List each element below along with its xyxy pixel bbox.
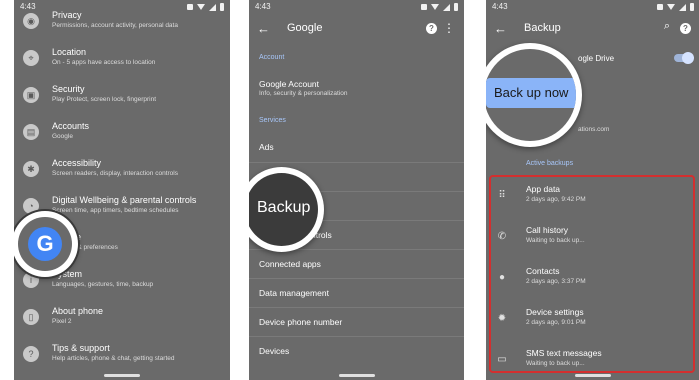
settings-item-title: Digital Wellbeing & parental controls <box>52 195 197 205</box>
settings-item-privacy[interactable]: ◉ Privacy Permissions, account activity,… <box>14 8 230 45</box>
settings-item-subtitle: Languages, gestures, time, backup <box>52 281 154 288</box>
row-title: Devices <box>259 346 290 356</box>
active-backups-highlight <box>489 175 695 373</box>
status-bar: 4:43 <box>486 0 699 14</box>
settings-item-location[interactable]: ⌖ Location On - 5 apps have access to lo… <box>14 45 230 82</box>
google-screen: 4:43 ← Google ? ⋮ Account Google Account… <box>249 0 464 380</box>
google-drive-backup-toggle[interactable] <box>674 52 694 64</box>
section-header-active-backups: Active backups <box>526 160 574 167</box>
nav-handle[interactable] <box>575 374 611 377</box>
row-ads[interactable]: Ads <box>249 133 464 162</box>
row-devices[interactable]: Devices <box>249 336 464 366</box>
status-bar: 4:43 <box>249 0 464 14</box>
settings-item-accessibility[interactable]: ✱ Accessibility Screen readers, display,… <box>14 156 230 193</box>
signal-icon <box>443 3 450 11</box>
google-icon: G <box>28 227 62 261</box>
notification-icon <box>421 4 427 10</box>
row-title: Data management <box>259 288 329 298</box>
status-time: 4:43 <box>255 2 271 11</box>
app-bar: ← Google ? ⋮ <box>249 14 464 44</box>
backup-label: Backup <box>257 199 311 216</box>
row-title: Ads <box>259 142 274 152</box>
battery-icon <box>454 3 458 11</box>
google-account-row[interactable]: Google Account Info, security & personal… <box>249 70 464 108</box>
accounts-icon: ▤ <box>23 124 39 140</box>
row-connected-apps[interactable]: Connected apps <box>249 249 464 279</box>
back-arrow-icon[interactable]: ← <box>257 21 270 36</box>
signal-icon <box>679 3 686 11</box>
wifi-icon <box>667 4 675 10</box>
settings-item-tips-support[interactable]: ? Tips & support Help articles, phone & … <box>14 341 230 378</box>
privacy-icon: ◉ <box>23 13 39 29</box>
settings-item-about-phone[interactable]: ▯ About phone Pixel 2 <box>14 304 230 341</box>
settings-item-subtitle: Permissions, account activity, personal … <box>52 22 178 29</box>
help-icon[interactable]: ? <box>680 23 691 34</box>
backup-screen: 4:43 ← Backup ⌕ ? ogle Drive ations.com … <box>486 0 699 380</box>
page-title: Google <box>287 22 323 34</box>
help-icon: ? <box>23 346 39 362</box>
settings-item-accounts[interactable]: ▤ Accounts Google <box>14 119 230 156</box>
account-email: ations.com <box>578 126 610 133</box>
page-title: Backup <box>524 22 561 34</box>
back-arrow-icon[interactable]: ← <box>494 21 507 36</box>
lock-icon: ▣ <box>23 87 39 103</box>
settings-item-title: Privacy <box>52 10 82 20</box>
settings-item-subtitle: Help articles, phone & chat, getting sta… <box>52 355 175 362</box>
row-data-management[interactable]: Data management <box>249 278 464 308</box>
search-icon[interactable]: ⌕ <box>664 20 670 33</box>
settings-item-security[interactable]: ▣ Security Play Protect, screen lock, fi… <box>14 82 230 119</box>
settings-item-subtitle: Play Protect, screen lock, fingerprint <box>52 96 157 103</box>
status-time: 4:43 <box>492 2 508 11</box>
nav-handle[interactable] <box>338 374 375 377</box>
settings-item-subtitle: Google <box>52 133 73 140</box>
back-up-now-button[interactable]: Back up now <box>486 78 576 108</box>
row-device-phone-number[interactable]: Device phone number <box>249 307 464 337</box>
row-subtitle: Info, security & personalization <box>259 90 348 97</box>
section-header-account: Account <box>259 54 285 61</box>
section-header-services: Services <box>259 117 286 124</box>
more-options-icon[interactable]: ⋮ <box>443 22 455 34</box>
row-title: Google Account <box>259 79 320 89</box>
settings-screen: 4:43 ◉ Privacy Permissions, account acti… <box>14 0 230 380</box>
backup-now-magnifier: Back up now <box>486 43 582 147</box>
row-title: Device phone number <box>259 317 343 327</box>
settings-item-title: Tips & support <box>52 343 110 353</box>
google-magnifier: G <box>14 211 78 277</box>
google-drive-backup-label: ogle Drive <box>578 54 615 63</box>
settings-item-title: About phone <box>52 306 104 316</box>
app-bar: ← Backup ⌕ ? <box>486 14 699 44</box>
accessibility-icon: ✱ <box>23 161 39 177</box>
settings-item-title: Location <box>52 47 87 57</box>
battery-icon <box>690 3 694 11</box>
location-icon: ⌖ <box>23 50 39 66</box>
settings-item-title: Accounts <box>52 121 90 131</box>
settings-item-subtitle: Pixel 2 <box>52 318 72 325</box>
phone-icon: ▯ <box>23 309 39 325</box>
settings-item-subtitle: Screen time, app timers, bedtime schedul… <box>52 207 179 214</box>
help-icon[interactable]: ? <box>426 23 437 34</box>
notification-icon <box>657 4 663 10</box>
settings-item-title: Security <box>52 84 85 94</box>
settings-item-subtitle: On - 5 apps have access to location <box>52 59 156 66</box>
wifi-icon <box>431 4 439 10</box>
settings-item-subtitle: Screen readers, display, interaction con… <box>52 170 178 177</box>
row-title: Connected apps <box>259 259 321 269</box>
settings-item-title: Accessibility <box>52 158 102 168</box>
nav-handle[interactable] <box>104 374 140 377</box>
